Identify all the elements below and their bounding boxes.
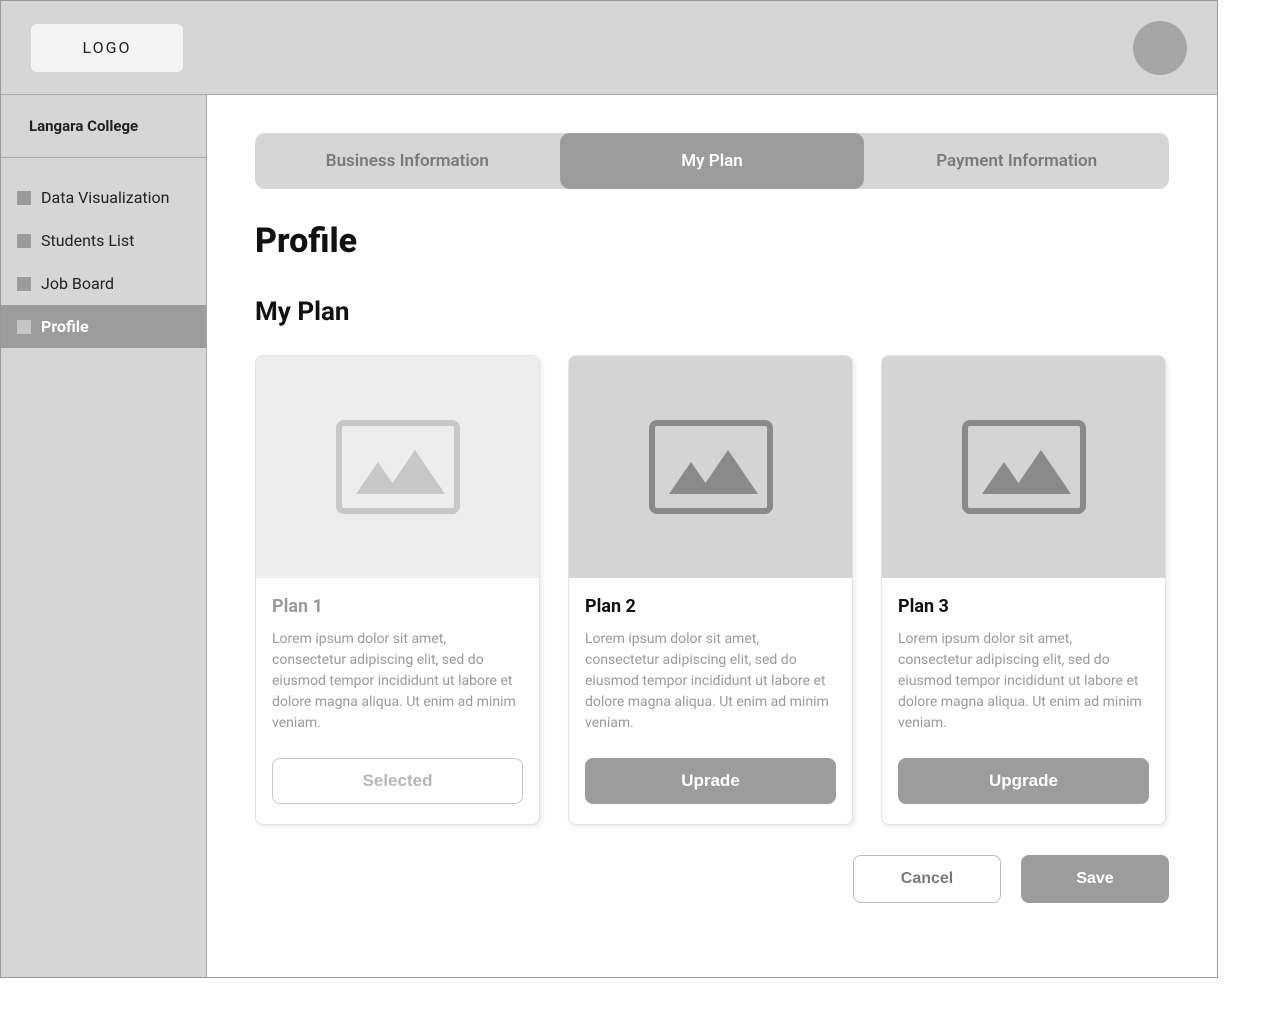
avatar[interactable] bbox=[1133, 21, 1187, 75]
square-icon bbox=[17, 234, 31, 248]
plan-title: Plan 1 bbox=[272, 596, 523, 617]
image-icon bbox=[962, 420, 1086, 514]
plan-title: Plan 2 bbox=[585, 596, 836, 617]
tab-payment-information[interactable]: Payment Information bbox=[864, 133, 1169, 189]
plan-image-placeholder bbox=[256, 356, 539, 578]
cancel-button[interactable]: Cancel bbox=[853, 855, 1001, 903]
sidebar-item-label: Job Board bbox=[41, 274, 114, 293]
sidebar-item-students-list[interactable]: Students List bbox=[1, 219, 206, 262]
main-content: Business Information My Plan Payment Inf… bbox=[207, 95, 1217, 977]
square-icon bbox=[17, 277, 31, 291]
sidebar-item-profile[interactable]: Profile bbox=[1, 305, 206, 348]
plan-description: Lorem ipsum dolor sit amet, consectetur … bbox=[272, 629, 523, 734]
plan-card-3: Plan 3 Lorem ipsum dolor sit amet, conse… bbox=[881, 355, 1166, 825]
plan-cards: Plan 1 Lorem ipsum dolor sit amet, conse… bbox=[255, 355, 1169, 825]
sidebar-item-job-board[interactable]: Job Board bbox=[1, 262, 206, 305]
sidebar-item-label: Students List bbox=[41, 231, 134, 250]
app-frame: LOGO Langara College Data Visualization … bbox=[0, 0, 1218, 978]
org-name: Langara College bbox=[1, 95, 206, 158]
plan-upgrade-button[interactable]: Upgrade bbox=[898, 758, 1149, 804]
sidebar: Langara College Data Visualization Stude… bbox=[1, 95, 207, 977]
logo[interactable]: LOGO bbox=[31, 24, 183, 72]
square-icon bbox=[17, 191, 31, 205]
sidebar-item-data-visualization[interactable]: Data Visualization bbox=[1, 176, 206, 219]
square-icon bbox=[17, 320, 31, 334]
body: Langara College Data Visualization Stude… bbox=[1, 95, 1217, 977]
plan-description: Lorem ipsum dolor sit amet, consectetur … bbox=[585, 629, 836, 734]
plan-image-placeholder bbox=[569, 356, 852, 578]
tab-business-information[interactable]: Business Information bbox=[255, 133, 560, 189]
plan-description: Lorem ipsum dolor sit amet, consectetur … bbox=[898, 629, 1149, 734]
sidebar-item-label: Data Visualization bbox=[41, 188, 169, 207]
plan-card-1: Plan 1 Lorem ipsum dolor sit amet, conse… bbox=[255, 355, 540, 825]
sidebar-item-label: Profile bbox=[41, 317, 89, 336]
save-button[interactable]: Save bbox=[1021, 855, 1169, 903]
plan-upgrade-button[interactable]: Uprade bbox=[585, 758, 836, 804]
image-icon bbox=[649, 420, 773, 514]
plan-card-2: Plan 2 Lorem ipsum dolor sit amet, conse… bbox=[568, 355, 853, 825]
tab-my-plan[interactable]: My Plan bbox=[560, 133, 865, 189]
plan-title: Plan 3 bbox=[898, 596, 1149, 617]
sidebar-nav: Data Visualization Students List Job Boa… bbox=[1, 158, 206, 348]
form-actions: Cancel Save bbox=[255, 855, 1169, 903]
plan-selected-button[interactable]: Selected bbox=[272, 758, 523, 804]
tabs: Business Information My Plan Payment Inf… bbox=[255, 133, 1169, 189]
topbar: LOGO bbox=[1, 1, 1217, 95]
section-title: My Plan bbox=[255, 297, 1169, 327]
plan-image-placeholder bbox=[882, 356, 1165, 578]
page-title: Profile bbox=[255, 221, 1169, 261]
image-icon bbox=[336, 420, 460, 514]
